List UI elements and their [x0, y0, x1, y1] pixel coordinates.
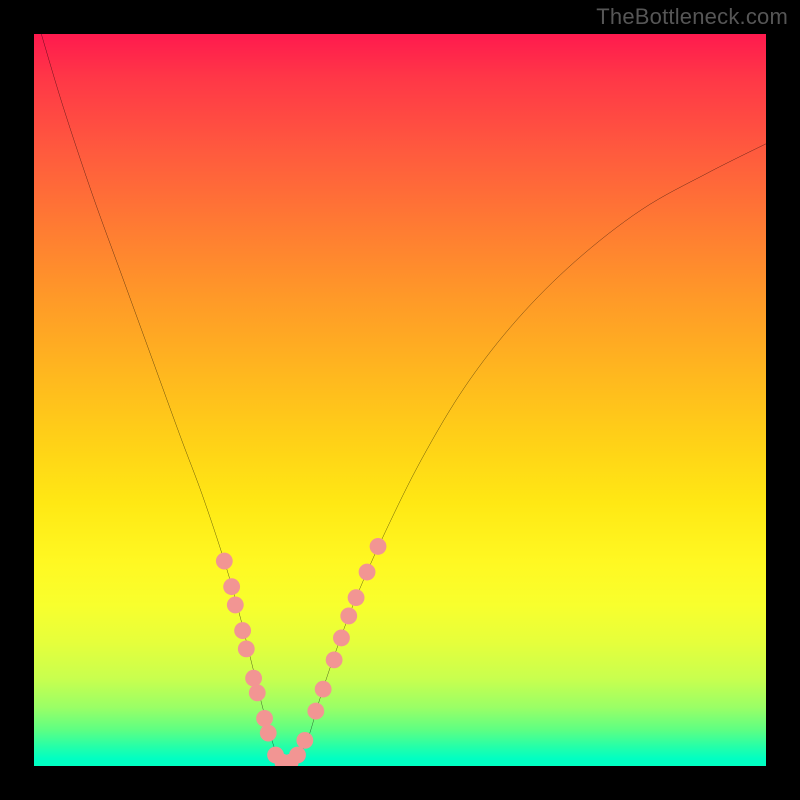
curve-marker: [260, 725, 277, 742]
curve-marker: [289, 747, 306, 764]
curve-marker: [333, 629, 350, 646]
curve-marker: [234, 622, 251, 639]
curve-marker: [227, 597, 244, 614]
curve-marker: [223, 578, 240, 595]
curve-markers: [216, 538, 387, 766]
curve-marker: [238, 640, 255, 657]
curve-marker: [296, 732, 313, 749]
curve-marker: [348, 589, 365, 606]
curve-marker: [326, 651, 343, 668]
chart-svg: [34, 34, 766, 766]
watermark-text: TheBottleneck.com: [596, 4, 788, 30]
curve-marker: [216, 553, 233, 570]
curve-marker: [370, 538, 387, 555]
curve-marker: [249, 684, 266, 701]
curve-marker: [307, 703, 324, 720]
curve-marker: [256, 710, 273, 727]
curve-marker: [245, 670, 262, 687]
plot-area: [34, 34, 766, 766]
curve-marker: [359, 564, 376, 581]
curve-marker: [340, 608, 357, 625]
curve-marker: [315, 681, 332, 698]
bottleneck-curve: [41, 34, 766, 766]
chart-container: TheBottleneck.com: [0, 0, 800, 800]
